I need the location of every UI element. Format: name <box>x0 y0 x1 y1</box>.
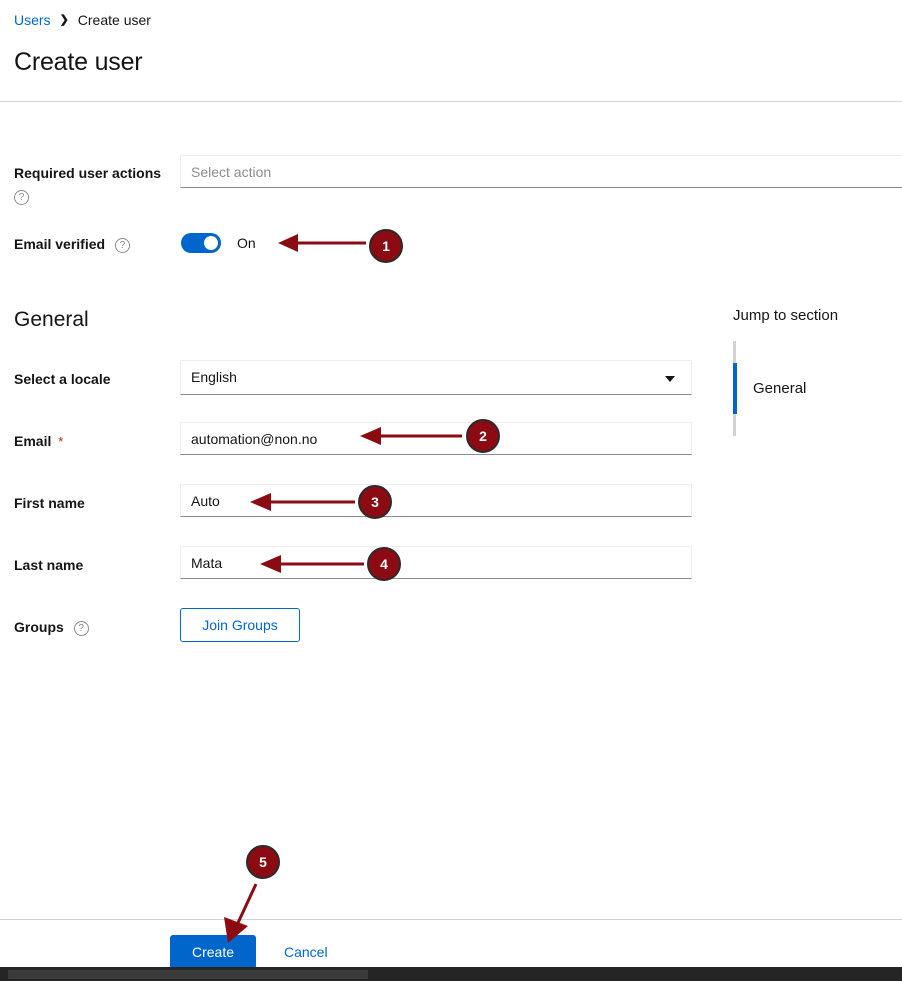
last-name-input[interactable] <box>180 546 692 579</box>
email-input[interactable] <box>180 422 692 455</box>
chevron-down-icon <box>665 376 675 382</box>
header-divider <box>0 101 902 102</box>
breadcrumb: Users ❯ Create user <box>14 13 151 27</box>
groups-label-text: Groups <box>14 619 64 635</box>
required-user-actions-input[interactable] <box>180 155 902 188</box>
breadcrumb-link-users[interactable]: Users <box>14 13 51 27</box>
page-title: Create user <box>14 48 143 76</box>
email-label: Email * <box>14 432 63 451</box>
help-circle-icon[interactable]: ? <box>73 620 89 636</box>
email-verified-label: Email verified ? <box>14 235 130 254</box>
locale-select-value: English <box>191 369 237 385</box>
locale-select[interactable]: English <box>180 360 692 395</box>
first-name-label: First name <box>14 495 85 511</box>
create-button[interactable]: Create <box>170 935 256 969</box>
join-groups-button[interactable]: Join Groups <box>180 608 300 642</box>
chevron-right-icon: ❯ <box>59 13 69 26</box>
horizontal-scrollbar[interactable] <box>0 967 902 981</box>
jump-to-section-title: Jump to section <box>733 307 839 324</box>
email-verified-toggle[interactable] <box>181 233 221 253</box>
help-circle-icon[interactable]: ? <box>14 189 29 205</box>
annotation-badge-4: 4 <box>367 547 401 581</box>
email-verified-label-text: Email verified <box>14 236 106 252</box>
annotation-badge-5: 5 <box>246 845 280 879</box>
last-name-label: Last name <box>14 557 84 573</box>
required-user-actions-label: Required user actions ? <box>14 164 174 206</box>
toggle-knob <box>204 236 218 250</box>
first-name-input[interactable] <box>180 484 692 517</box>
annotation-badge-1: 1 <box>369 229 403 263</box>
help-circle-icon[interactable]: ? <box>114 237 130 253</box>
annotation-badge-2: 2 <box>466 419 500 453</box>
jump-to-section-active-indicator <box>733 363 737 414</box>
groups-label: Groups ? <box>14 618 89 637</box>
annotation-badge-3: 3 <box>358 485 392 519</box>
required-marker: * <box>58 434 64 449</box>
scrollbar-thumb[interactable] <box>8 970 368 979</box>
annotation-arrow-1 <box>278 234 366 252</box>
locale-label: Select a locale <box>14 371 111 387</box>
email-verified-state: On <box>237 235 256 251</box>
required-user-actions-label-text: Required user actions <box>14 165 162 181</box>
cancel-button[interactable]: Cancel <box>284 944 328 960</box>
section-heading-general: General <box>14 308 89 331</box>
footer-divider <box>0 919 902 920</box>
breadcrumb-current: Create user <box>77 12 151 28</box>
email-label-text: Email <box>14 433 52 449</box>
jump-to-section-item-general[interactable]: General <box>753 380 806 397</box>
